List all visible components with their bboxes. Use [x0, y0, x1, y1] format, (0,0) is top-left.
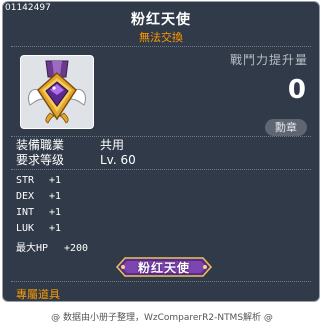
- stat-row: STR +1: [16, 175, 61, 186]
- item-tooltip: 01142497 粉红天使 無法交換 戰鬥力提升量 0 勳章 装備職業 共用 要…: [2, 1, 320, 302]
- stat-row: INT +1: [16, 207, 61, 218]
- stat-value: +1: [49, 223, 62, 234]
- stat-key: 最大HP: [16, 243, 49, 254]
- title-badge-label: 粉红天使: [137, 261, 190, 275]
- stat-key: INT: [16, 207, 35, 218]
- stat-value: +1: [49, 175, 62, 186]
- requirement-key: 要求等级: [16, 153, 65, 167]
- stat-row: 最大HP +200: [16, 239, 88, 254]
- power-increase-value: 0: [287, 75, 306, 105]
- medal-category-badge: 勳章: [265, 119, 307, 136]
- footer-credit: @ 数据由小册子整理，WzComparerR2-NTMS解析 @: [51, 313, 273, 323]
- power-increase-label: 戰鬥力提升量: [229, 53, 308, 67]
- divider: [11, 281, 311, 282]
- untradeable-label: 無法交換: [139, 31, 183, 44]
- exclusive-item-label: 專屬道具: [16, 288, 60, 301]
- stat-row: DEX +1: [16, 191, 61, 202]
- stat-key: STR: [16, 175, 35, 186]
- stat-value: +200: [64, 243, 89, 254]
- stat-value: +1: [49, 191, 62, 202]
- title-name-badge: 粉红天使: [115, 256, 213, 278]
- requirement-value: Lv. 60: [100, 153, 136, 167]
- requirement-value: 共用: [100, 138, 125, 152]
- stat-key: LUK: [16, 223, 35, 234]
- item-icon-frame: [20, 55, 94, 129]
- divider: [11, 46, 311, 47]
- stat-row: LUK +1: [16, 223, 61, 234]
- stat-key: DEX: [16, 191, 35, 202]
- requirement-level: 要求等级 Lv. 60: [16, 151, 136, 168]
- divider: [11, 169, 311, 170]
- angel-medal-icon: [28, 60, 86, 124]
- stat-value: +1: [49, 207, 62, 218]
- item-name: 粉红天使: [131, 12, 191, 28]
